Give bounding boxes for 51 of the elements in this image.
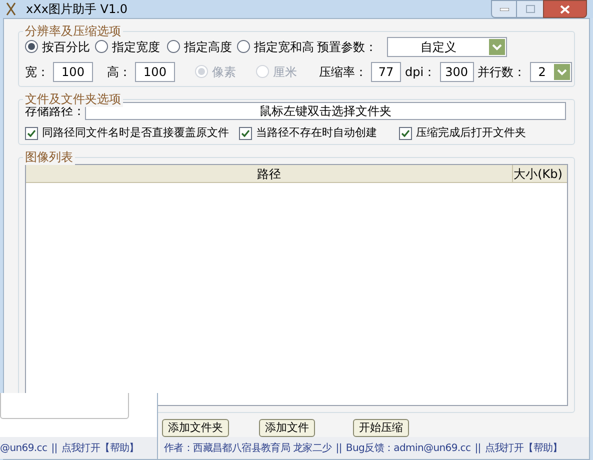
- input-field[interactable]: 100: [135, 62, 175, 82]
- radio-button[interactable]: [167, 40, 180, 53]
- radio-button[interactable]: [95, 40, 108, 53]
- radio-label: 指定宽和高: [254, 38, 314, 56]
- field-label: dpi：: [405, 64, 436, 80]
- radio-label: 厘米: [273, 64, 297, 80]
- author-text: 作者：西藏昌都八宿县教育局 龙家二少: [164, 442, 332, 456]
- radio-button[interactable]: [237, 40, 250, 53]
- input-field[interactable]: 77: [371, 62, 401, 82]
- email-text: @un69.cc: [0, 442, 48, 456]
- checkbox-label: 当路径不存在时自动创建: [256, 125, 377, 142]
- maximize-icon: [526, 5, 534, 13]
- action-button[interactable]: 添加文件: [259, 419, 315, 437]
- separator: ||: [474, 442, 481, 456]
- separator: ||: [336, 442, 342, 456]
- action-button[interactable]: 开始压缩: [353, 419, 409, 437]
- radio-label: 指定宽度: [112, 38, 160, 56]
- minimize-icon: [500, 8, 508, 10]
- field-label: 高：: [107, 64, 131, 80]
- input-field[interactable]: 100: [53, 62, 93, 82]
- close-icon: [560, 4, 570, 14]
- group-title: 文件及文件夹选项: [23, 91, 123, 107]
- radio-button[interactable]: [25, 40, 38, 53]
- app-icon: [6, 2, 16, 16]
- field-label: 宽：: [25, 64, 49, 80]
- column-header[interactable]: 路径: [26, 165, 513, 182]
- window-title: xXx图片助手 V1.0: [26, 1, 128, 18]
- preset-dropdown[interactable]: 自定义: [387, 36, 507, 56]
- checkbox[interactable]: [399, 127, 412, 140]
- group-title: 分辨率及压缩选项: [23, 23, 123, 39]
- separator: ||: [51, 442, 58, 456]
- minimize-button[interactable]: [491, 0, 517, 18]
- help-link[interactable]: 点我打开【帮助】: [484, 440, 562, 456]
- bug-report-text: Bug反馈：admin@un69.cc: [346, 442, 471, 456]
- input-field[interactable]: 300: [440, 62, 474, 82]
- field-label: 压缩率：: [319, 64, 367, 80]
- field-label: 预置参数：: [317, 38, 378, 56]
- checkbox[interactable]: [25, 127, 38, 140]
- group-title: 图像列表: [23, 149, 75, 165]
- threads-dropdown[interactable]: 2: [530, 62, 572, 82]
- radio-label: 像素: [212, 64, 236, 80]
- checkbox[interactable]: [239, 127, 252, 140]
- radio-label: 按百分比: [42, 38, 90, 56]
- action-button[interactable]: 添加文件夹: [162, 419, 229, 437]
- help-link[interactable]: 点我打开【帮助】: [61, 440, 139, 456]
- checkbox-label: 同路径同文件名时是否直接覆盖原文件: [42, 125, 229, 142]
- checkbox-label: 压缩完成后打开文件夹: [416, 125, 526, 142]
- column-header[interactable]: 大小(Kb): [513, 165, 563, 182]
- radio-label: 指定高度: [184, 38, 232, 56]
- close-button[interactable]: [543, 0, 587, 18]
- field-label: 并行数：: [478, 64, 526, 80]
